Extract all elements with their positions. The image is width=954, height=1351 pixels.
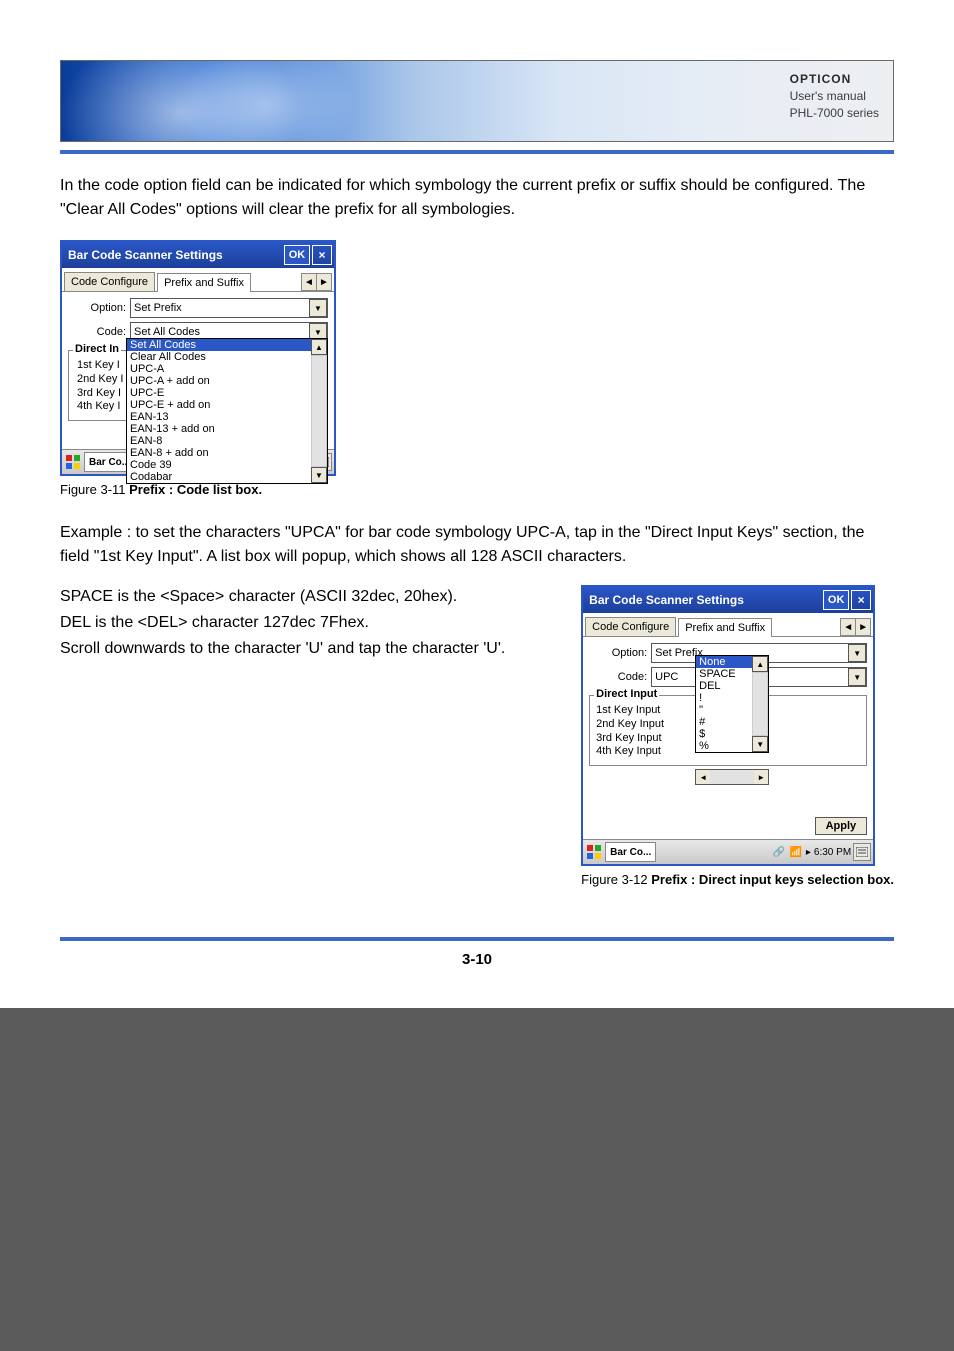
hscroll-track[interactable] [710, 770, 754, 784]
group-direct-input: Direct In [73, 343, 121, 355]
list-item[interactable]: Code 39 [127, 459, 311, 471]
scrollbar-track[interactable] [311, 355, 327, 467]
chevron-down-icon[interactable]: ▼ [848, 668, 866, 686]
footer-rule [60, 937, 894, 941]
scrollbar-track[interactable] [752, 672, 768, 736]
list-item[interactable]: SPACE [696, 668, 752, 680]
apply-button[interactable]: Apply [815, 817, 868, 835]
list-item[interactable]: UPC-E [127, 387, 311, 399]
tab-scroll-left[interactable]: ◄ [301, 273, 317, 291]
tray-signal-icon[interactable]: 📶 [789, 845, 803, 859]
header-banner: OPTICON User's manual PHL-7000 series [60, 60, 894, 142]
fig2-caption-pre: Figure 3-12 [581, 872, 651, 887]
tab-code-configure[interactable]: Code Configure [64, 272, 155, 291]
list-item[interactable]: ! [696, 692, 752, 704]
option-label: Option: [589, 647, 647, 659]
header-underline [60, 150, 894, 154]
tab-scroll-right[interactable]: ► [317, 273, 332, 291]
example-paragraph: Example : to set the characters "UPCA" f… [60, 521, 894, 569]
scroll-up-icon[interactable]: ▲ [311, 339, 327, 355]
scroll-down-icon[interactable]: ▼ [752, 736, 768, 752]
brand-line3: PHL-7000 series [790, 106, 879, 120]
scroll-up-icon[interactable]: ▲ [752, 656, 768, 672]
list-item[interactable]: UPC-A + add on [127, 375, 311, 387]
list-item[interactable]: Clear All Codes [127, 351, 311, 363]
list-item[interactable]: % [696, 740, 752, 752]
start-button[interactable] [585, 843, 603, 861]
window-title: Bar Code Scanner Settings [68, 248, 284, 262]
option-value: Set Prefix [131, 302, 309, 314]
brand-line2: User's manual [790, 89, 866, 103]
tab-scroll-right[interactable]: ► [856, 618, 871, 636]
close-button[interactable]: × [851, 590, 871, 610]
brand-name: OPTICON [790, 72, 852, 86]
ok-button[interactable]: OK [823, 590, 849, 610]
list-item[interactable]: EAN-13 [127, 411, 311, 423]
code-label: Code: [68, 326, 126, 338]
tab-scroll-left[interactable]: ◄ [840, 618, 856, 636]
scroll-left-icon[interactable]: ◄ [696, 770, 710, 784]
group-direct-input: Direct Input [594, 688, 659, 700]
list-item[interactable]: $ [696, 728, 752, 740]
ok-button[interactable]: OK [284, 245, 310, 265]
tray-connect-icon[interactable]: 🔗 [772, 845, 786, 859]
list-item[interactable]: # [696, 716, 752, 728]
list-item[interactable]: EAN-8 + add on [127, 447, 311, 459]
close-button[interactable]: × [312, 245, 332, 265]
space-note: SPACE is the <Space> character (ASCII 32… [60, 585, 557, 609]
fig1-caption-pre: Figure 3-11 [60, 482, 129, 497]
code-value: Set All Codes [131, 326, 309, 338]
del-note: DEL is the <DEL> character 127dec 7Fhex. [60, 611, 557, 635]
tab-code-configure[interactable]: Code Configure [585, 617, 676, 636]
fig2-caption: Prefix : Direct input keys selection box… [651, 872, 894, 887]
list-item[interactable]: Codabar [127, 471, 311, 483]
sip-button[interactable] [853, 843, 871, 861]
scroll-note: Scroll downwards to the character 'U' an… [60, 637, 557, 661]
taskbar-app[interactable]: Bar Co... [605, 842, 656, 862]
screenshot-2: Bar Code Scanner Settings OK × Code Conf… [581, 585, 875, 866]
option-combobox[interactable]: Set Prefix ▼ [130, 298, 328, 318]
scroll-down-icon[interactable]: ▼ [311, 467, 327, 483]
code-label: Code: [589, 671, 647, 683]
window-title: Bar Code Scanner Settings [589, 593, 823, 607]
tab-prefix-suffix[interactable]: Prefix and Suffix [157, 273, 251, 292]
chevron-down-icon[interactable]: ▼ [848, 644, 866, 662]
list-item[interactable]: UPC-E + add on [127, 399, 311, 411]
list-item[interactable]: None [696, 656, 752, 668]
list-item[interactable]: " [696, 704, 752, 716]
tab-prefix-suffix[interactable]: Prefix and Suffix [678, 618, 772, 637]
taskbar-time: 6:30 PM [814, 847, 851, 858]
tray-arrow-icon: ▸ [806, 847, 811, 858]
intro-paragraph: In the code option field can be indicate… [60, 174, 894, 222]
start-button[interactable] [64, 453, 82, 471]
list-item[interactable]: EAN-13 + add on [127, 423, 311, 435]
list-item[interactable]: Set All Codes [127, 339, 311, 351]
list-item[interactable]: DEL [696, 680, 752, 692]
page-number: 3-10 [60, 951, 894, 968]
screenshot-1: Bar Code Scanner Settings OK × Code Conf… [60, 240, 336, 476]
scroll-right-icon[interactable]: ► [754, 770, 768, 784]
option-label: Option: [68, 302, 126, 314]
list-item[interactable]: UPC-A [127, 363, 311, 375]
chevron-down-icon[interactable]: ▼ [309, 299, 327, 317]
list-item[interactable]: EAN-8 [127, 435, 311, 447]
fig1-caption: Prefix : Code list box. [129, 482, 262, 497]
